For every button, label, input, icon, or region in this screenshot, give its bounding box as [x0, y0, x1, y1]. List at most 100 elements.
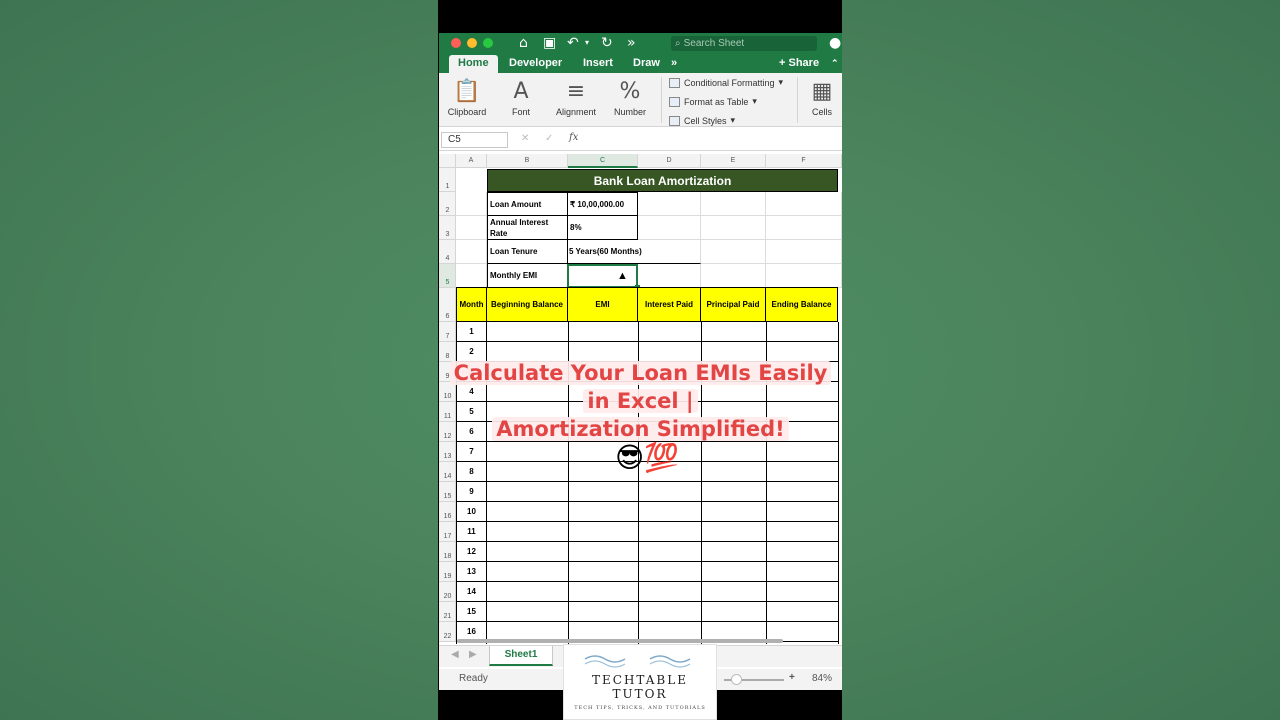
cell[interactable] — [456, 192, 487, 216]
cell[interactable] — [766, 192, 842, 216]
table-row[interactable]: 11 — [456, 522, 838, 542]
header-ending-balance[interactable]: Ending Balance — [766, 287, 838, 322]
month-number-cell[interactable]: 11 — [456, 522, 487, 542]
cell[interactable] — [638, 216, 701, 240]
tab-draw[interactable]: Draw — [633, 55, 660, 73]
tab-home[interactable]: Home — [449, 55, 498, 73]
undo-dropdown-icon[interactable]: ▾ — [585, 34, 589, 52]
table-row[interactable]: 1 — [456, 322, 838, 342]
header-month[interactable]: Month — [456, 287, 487, 322]
row-header[interactable]: 21 — [439, 602, 456, 622]
row-header[interactable]: 19 — [439, 562, 456, 582]
cell[interactable] — [766, 264, 842, 288]
cell[interactable] — [701, 216, 766, 240]
header-interest-paid[interactable]: Interest Paid — [638, 287, 701, 322]
conditional-formatting-button[interactable]: Conditional Formatting ▾ — [669, 77, 783, 88]
number-group[interactable]: % Number — [609, 77, 651, 117]
month-number-cell[interactable]: 9 — [456, 482, 487, 502]
month-number-cell[interactable]: 13 — [456, 562, 487, 582]
table-row[interactable]: 15 — [456, 602, 838, 622]
column-header[interactable]: B — [487, 154, 568, 168]
cell[interactable] — [701, 264, 766, 288]
horizontal-scrollbar[interactable] — [457, 639, 783, 643]
zoom-in-icon[interactable]: + — [789, 672, 795, 683]
tab-developer[interactable]: Developer — [509, 55, 562, 73]
cell[interactable] — [766, 240, 842, 264]
column-header[interactable]: F — [766, 154, 842, 168]
sheet-tab-sheet1[interactable]: Sheet1 — [489, 646, 553, 666]
interest-rate-label-cell[interactable]: Annual Interest Rate — [487, 215, 568, 240]
row-header[interactable]: 13 — [439, 442, 456, 462]
formula-input[interactable] — [589, 131, 839, 149]
insert-function-button[interactable]: fx — [569, 132, 578, 143]
row-header[interactable]: 20 — [439, 582, 456, 602]
monthly-emi-label-cell[interactable]: Monthly EMI — [487, 263, 568, 288]
cells-group[interactable]: ▦ Cells — [803, 77, 841, 117]
table-row[interactable]: 10 — [456, 502, 838, 522]
row-header[interactable]: 15 — [439, 482, 456, 502]
header-principal-paid[interactable]: Principal Paid — [701, 287, 766, 322]
home-icon[interactable]: ⌂ — [519, 34, 528, 52]
cell[interactable] — [638, 264, 701, 288]
select-all-corner[interactable] — [439, 154, 456, 168]
loan-amount-label-cell[interactable]: Loan Amount — [487, 192, 568, 216]
column-header[interactable]: D — [638, 154, 701, 168]
row-header[interactable]: 22 — [439, 622, 456, 642]
prev-sheet-icon[interactable]: ◀ — [451, 649, 459, 660]
row-header[interactable]: 1 — [439, 168, 456, 192]
table-row[interactable]: 13 — [456, 562, 838, 582]
cell[interactable] — [456, 264, 487, 288]
cell[interactable] — [766, 216, 842, 240]
cell[interactable] — [701, 192, 766, 216]
header-beginning-balance[interactable]: Beginning Balance — [487, 287, 568, 322]
more-tabs-icon[interactable]: » — [671, 55, 677, 73]
close-window-button[interactable] — [451, 38, 461, 48]
row-header[interactable]: 18 — [439, 542, 456, 562]
tab-insert[interactable]: Insert — [583, 55, 613, 73]
sheet-title-cell[interactable]: Bank Loan Amortization — [487, 169, 838, 192]
loan-tenure-label-cell[interactable]: Loan Tenure — [487, 239, 568, 264]
search-sheet-input[interactable]: ⌕ Search Sheet — [671, 36, 817, 51]
row-header[interactable]: 5 — [439, 264, 456, 288]
table-row[interactable]: 14 — [456, 582, 838, 602]
row-header[interactable]: 3 — [439, 216, 456, 240]
month-number-cell[interactable]: 8 — [456, 462, 487, 482]
month-number-cell[interactable]: 7 — [456, 442, 487, 462]
interest-rate-value-cell[interactable]: 8% — [567, 215, 638, 240]
row-header[interactable]: 2 — [439, 192, 456, 216]
redo-icon[interactable]: ↻ — [601, 34, 613, 52]
table-row[interactable]: 12 — [456, 542, 838, 562]
undo-icon[interactable]: ↶ — [567, 34, 579, 52]
save-icon[interactable]: ▣ — [543, 34, 556, 52]
column-header[interactable]: A — [456, 154, 487, 168]
name-box[interactable]: C5 — [441, 132, 508, 148]
zoom-slider-handle[interactable] — [731, 674, 742, 685]
cancel-icon[interactable]: ✕ — [521, 133, 529, 144]
account-icon[interactable]: ● — [829, 34, 841, 52]
font-group[interactable]: A Font — [499, 77, 543, 117]
row-header[interactable]: 4 — [439, 240, 456, 264]
loan-amount-value-cell[interactable]: ₹ 10,00,000.00 — [567, 192, 638, 216]
row-header[interactable]: 17 — [439, 522, 456, 542]
share-button[interactable]: + Share — [779, 55, 819, 73]
cell[interactable] — [701, 240, 766, 264]
header-emi[interactable]: EMI — [568, 287, 638, 322]
column-header[interactable]: E — [701, 154, 766, 168]
row-header[interactable]: 7 — [439, 322, 456, 342]
enter-icon[interactable]: ✓ — [545, 133, 553, 144]
row-header[interactable]: 6 — [439, 288, 456, 322]
zoom-window-button[interactable] — [483, 38, 493, 48]
cell-styles-button[interactable]: Cell Styles ▾ — [669, 115, 735, 126]
cell[interactable] — [456, 240, 487, 264]
month-number-cell[interactable]: 1 — [456, 322, 487, 342]
month-number-cell[interactable]: 12 — [456, 542, 487, 562]
month-number-cell[interactable]: 15 — [456, 602, 487, 622]
minimize-window-button[interactable] — [467, 38, 477, 48]
month-number-cell[interactable]: 14 — [456, 582, 487, 602]
cell[interactable] — [638, 192, 701, 216]
alignment-group[interactable]: ≡ Alignment — [553, 77, 599, 117]
clipboard-group[interactable]: 📋 Clipboard — [445, 77, 489, 117]
row-header[interactable]: 14 — [439, 462, 456, 482]
format-as-table-button[interactable]: Format as Table ▾ — [669, 96, 757, 107]
table-row[interactable]: 9 — [456, 482, 838, 502]
